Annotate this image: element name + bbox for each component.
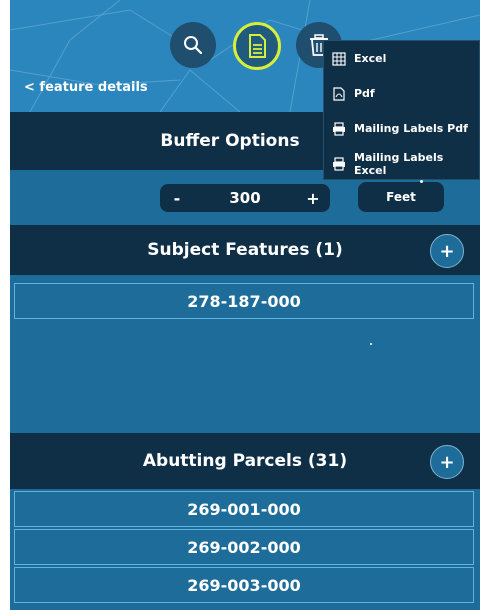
add-icon: + <box>439 451 455 473</box>
increase-buffer-button[interactable]: + <box>296 184 330 212</box>
mailing-labels-excel-label: Mailing Labels Excel <box>354 150 444 177</box>
buffer-distance-value[interactable]: 300 <box>194 189 296 207</box>
buffer-distance-stepper: - 300 + <box>160 184 330 212</box>
subject-feature-row[interactable]: 278-187-000 <box>14 283 474 319</box>
mailing-labels-excel-item[interactable]: Mailing Labels Excel <box>324 146 479 181</box>
print-icon <box>332 121 346 136</box>
export-excel-item[interactable]: Excel <box>324 41 479 76</box>
abutting-parcels-list: 269-001-000 269-002-000 269-003-000 <box>10 489 480 610</box>
export-pdf-item[interactable]: Pdf <box>324 76 479 111</box>
export-menu: Excel Pdf Mailing Labels Pdf Mailing Lab… <box>323 40 480 180</box>
mailing-labels-pdf-item[interactable]: Mailing Labels Pdf <box>324 111 479 146</box>
search-icon <box>184 36 203 55</box>
decrease-buffer-button[interactable]: - <box>160 184 194 212</box>
abutting-parcel-row[interactable]: 269-002-000 <box>14 529 474 565</box>
decorative-dot <box>370 343 372 345</box>
subject-features-header: Subject Features (1) + <box>10 225 480 275</box>
print-icon <box>332 156 346 171</box>
add-subject-feature-button[interactable]: + <box>430 234 464 268</box>
subject-features-title: Subject Features (1) <box>147 240 343 260</box>
abutting-parcel-row[interactable]: 269-003-000 <box>14 567 474 603</box>
abutting-parcels-title: Abutting Parcels (31) <box>142 451 348 471</box>
spreadsheet-icon <box>332 51 346 66</box>
pdf-icon <box>332 86 346 101</box>
export-pdf-label: Pdf <box>354 87 375 100</box>
abutting-parcel-row[interactable]: 269-001-000 <box>14 491 474 527</box>
feature-panel: < feature details Buffer Options - 300 +… <box>10 0 480 610</box>
document-button[interactable] <box>233 22 281 70</box>
document-icon <box>249 34 266 58</box>
buffer-options-title: Buffer Options <box>160 131 300 151</box>
add-icon: + <box>439 240 455 262</box>
abutting-parcels-header: Abutting Parcels (31) + <box>10 433 480 489</box>
export-excel-label: Excel <box>354 52 387 65</box>
mailing-labels-pdf-label: Mailing Labels Pdf <box>354 122 468 135</box>
search-button[interactable] <box>170 22 216 68</box>
add-abutting-parcel-button[interactable]: + <box>430 445 464 479</box>
feature-details-back-link[interactable]: < feature details <box>24 80 148 95</box>
subject-features-list: 278-187-000 <box>10 275 480 433</box>
buffer-unit-select[interactable]: Feet <box>358 182 444 212</box>
